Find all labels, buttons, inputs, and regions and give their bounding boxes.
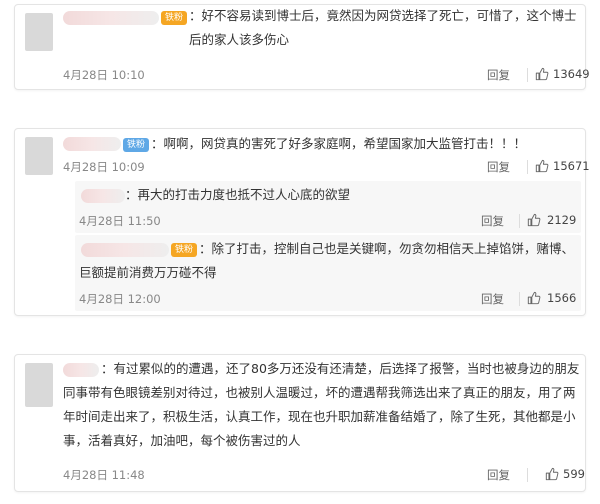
avatar[interactable] <box>25 363 53 407</box>
thumbs-up-icon[interactable] <box>535 67 549 81</box>
comment-date: 4月28日 10:10 <box>63 68 145 82</box>
divider <box>527 68 528 82</box>
thumbs-up-icon[interactable] <box>535 159 549 173</box>
reply-button[interactable]: 回复 <box>487 159 510 175</box>
reply-text: ：除了打击，控制自己也是关键啊，勿贪勿相信天上掉馅饼，赌博、巨额提前消费万万碰不… <box>79 241 575 280</box>
comment-text: ：好不容易读到博士后，竟然因为网贷选择了死亡，可惜了，这个博士后的家人该多伤心 <box>189 8 577 47</box>
reply-button[interactable]: 回复 <box>481 291 504 307</box>
reply-button[interactable]: 回复 <box>487 67 510 83</box>
username-blurred[interactable] <box>63 137 121 151</box>
comment-card: ：有过累似的的遭遇，还了80多万还没有还清楚，后选择了报警，当时也被身边的朋友同… <box>14 354 586 492</box>
fan-badge: 铁粉 <box>161 11 188 25</box>
username-blurred[interactable] <box>81 189 125 203</box>
comment-card: 铁粉 ：啊啊，网贷真的害死了好多家庭啊，希望国家加大监管打击！！！ 4月28日 … <box>14 128 590 316</box>
divider <box>527 468 528 482</box>
divider <box>527 160 528 174</box>
divider <box>519 292 520 306</box>
reply-button[interactable]: 回复 <box>481 213 504 229</box>
reply-text: ：再大的打击力度也抵不过人心底的欲望 <box>125 187 351 202</box>
username-blurred[interactable] <box>63 11 159 25</box>
reply-item: ：再大的打击力度也抵不过人心底的欲望 4月28日 11:50 回复 2129 <box>75 181 581 233</box>
reply-item: 铁粉 ：除了打击，控制自己也是关键啊，勿贪勿相信天上掉馅饼，赌博、巨额提前消费万… <box>75 235 581 311</box>
thumbs-up-icon[interactable] <box>527 291 541 305</box>
reply-button[interactable]: 回复 <box>487 467 510 483</box>
reply-date: 4月28日 11:50 <box>79 214 161 228</box>
reply-date: 4月28日 12:00 <box>79 292 161 306</box>
thumbs-up-icon[interactable] <box>545 467 559 481</box>
divider <box>519 214 520 228</box>
comment-date: 4月28日 11:48 <box>63 468 145 482</box>
fan-badge: 铁粉 <box>123 138 150 152</box>
comment-text: ：有过累似的的遭遇，还了80多万还没有还清楚，后选择了报警，当时也被身边的朋友同… <box>63 361 580 448</box>
avatar[interactable] <box>25 13 53 51</box>
avatar[interactable] <box>25 137 53 175</box>
like-count: 1566 <box>547 291 577 305</box>
like-count: 13649 <box>553 67 590 81</box>
like-count: 599 <box>563 467 585 481</box>
comment-date: 4月28日 10:09 <box>63 160 145 174</box>
comment-text: ：啊啊，网贷真的害死了好多家庭啊，希望国家加大监管打击！！！ <box>151 136 527 151</box>
like-count: 2129 <box>547 213 577 227</box>
comment-card: 铁粉 ：好不容易读到博士后，竟然因为网贷选择了死亡，可惜了，这个博士后的家人该多… <box>14 4 590 90</box>
like-count: 15671 <box>553 159 590 173</box>
thumbs-up-icon[interactable] <box>527 213 541 227</box>
